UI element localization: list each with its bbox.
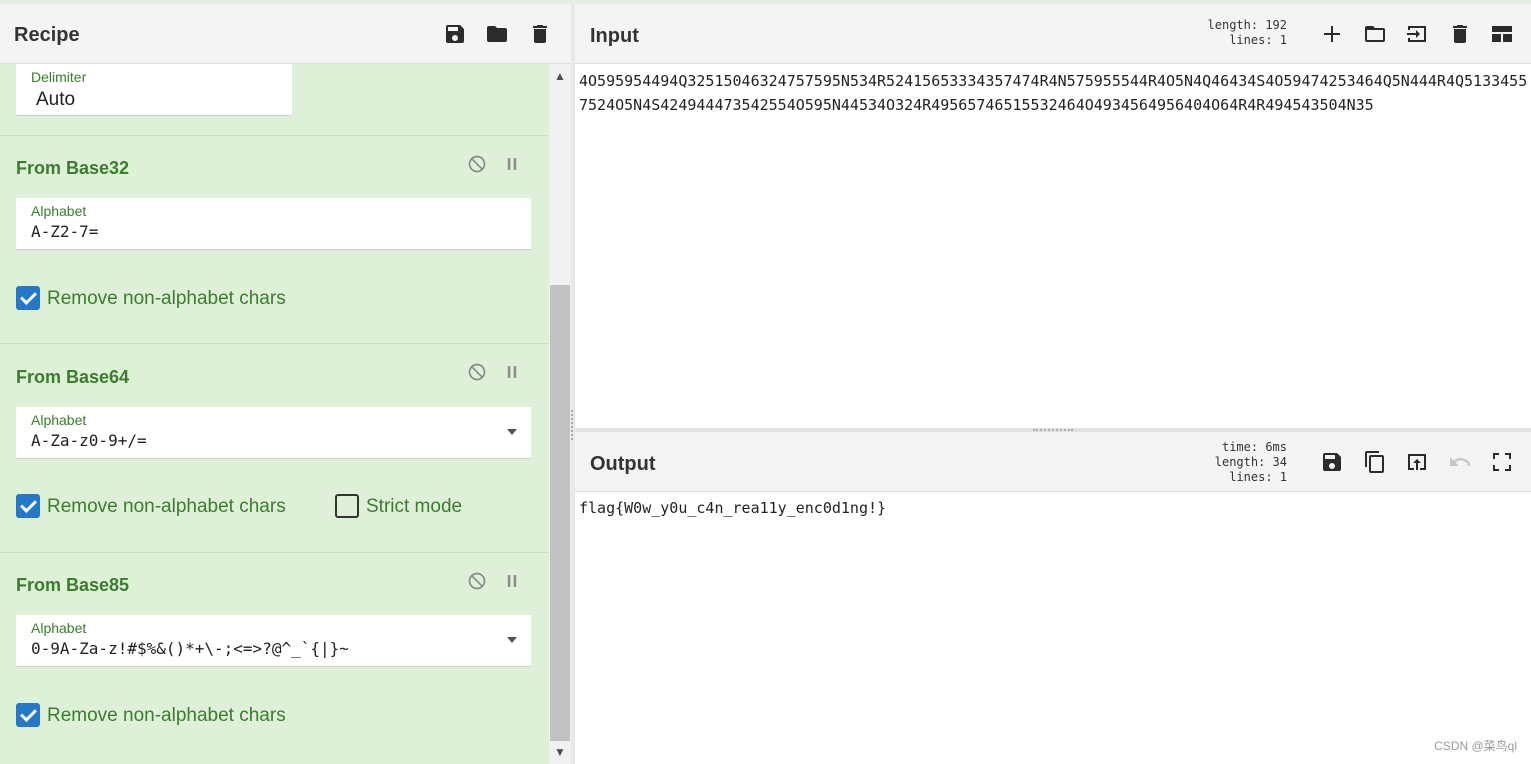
remove-non-alphabet-checkbox[interactable]: [16, 286, 40, 310]
alphabet-value: A-Z2-7=: [31, 222, 99, 241]
scroll-down-icon[interactable]: ▼: [554, 746, 566, 758]
output-header: Output time: 6ms length: 34 lines: 1: [575, 432, 1531, 492]
vertical-resize-grip[interactable]: [571, 410, 573, 440]
output-panel: Output time: 6ms length: 34 lines: 1 fla…: [575, 432, 1531, 764]
remove-non-alphabet-checkbox[interactable]: [16, 703, 40, 727]
operation-title: From Base64: [16, 367, 130, 387]
alphabet-label: Alphabet: [31, 412, 87, 428]
output-lines: lines: 1: [1229, 470, 1287, 484]
undo-icon: [1446, 448, 1474, 476]
watermark: CSDN @菜鸟ql: [1434, 739, 1517, 753]
trash-icon[interactable]: [526, 20, 554, 48]
operation-title: From Base32: [16, 158, 130, 178]
previous-operation-tail: Delimiter Auto: [0, 64, 549, 136]
folder-icon[interactable]: [483, 20, 511, 48]
horizontal-resize-grip[interactable]: [1033, 429, 1073, 431]
recipe-title: Recipe: [14, 24, 80, 46]
pause-icon[interactable]: [501, 153, 523, 175]
alphabet-label: Alphabet: [31, 620, 87, 636]
disable-icon[interactable]: [466, 361, 488, 383]
remove-non-alphabet-checkbox[interactable]: [16, 494, 40, 518]
disable-icon[interactable]: [466, 570, 488, 592]
output-time: time: 6ms: [1221, 440, 1287, 454]
recipe-operations-list: Delimiter Auto From Base32 Alphabet A-Z2…: [0, 64, 549, 764]
alphabet-select[interactable]: Alphabet A-Za-z0-9+/=: [16, 407, 531, 459]
delimiter-value: Auto: [36, 89, 76, 110]
alphabet-field[interactable]: Alphabet A-Z2-7=: [16, 198, 531, 250]
operation-from-base32: From Base32 Alphabet A-Z2-7= Remove non-…: [0, 135, 549, 343]
input-panel: Input length: 192 lines: 1 4O595954494Q3…: [575, 4, 1531, 428]
fullscreen-icon[interactable]: [1488, 448, 1516, 476]
output-title: Output: [590, 453, 656, 475]
pause-icon[interactable]: [501, 570, 523, 592]
output-text[interactable]: flag{W0w_y0u_c4n_rea11y_enc0d1ng!}: [579, 496, 1529, 520]
input-text[interactable]: 4O595954494Q32515046324757595N534R524156…: [579, 69, 1529, 117]
alphabet-select[interactable]: Alphabet 0-9A-Za-z!#$%&()*+\-;<=>?@^_`{|…: [16, 615, 531, 667]
remove-non-alphabet-label: Remove non-alphabet chars: [47, 496, 286, 517]
copy-icon[interactable]: [1361, 448, 1389, 476]
recipe-header: Recipe: [0, 4, 571, 64]
output-stats: time: 6ms length: 34 lines: 1: [1215, 440, 1287, 485]
disable-icon[interactable]: [466, 153, 488, 175]
strict-mode-label: Strict mode: [366, 496, 463, 517]
save-icon[interactable]: [1318, 448, 1346, 476]
delimiter-field[interactable]: Delimiter Auto: [16, 64, 292, 116]
chevron-down-icon[interactable]: [507, 429, 517, 435]
input-lines: lines: 1: [1229, 33, 1287, 47]
recipe-panel: Recipe Delimiter Auto From Base32 Alphab…: [0, 4, 571, 764]
delimiter-label: Delimiter: [31, 69, 87, 85]
output-length: length: 34: [1214, 455, 1287, 469]
folder-icon[interactable]: [1361, 20, 1389, 48]
plus-icon[interactable]: [1318, 20, 1346, 48]
strict-mode-checkbox[interactable]: [335, 494, 359, 518]
alphabet-value: A-Za-z0-9+/=: [31, 431, 147, 450]
import-icon[interactable]: [1403, 20, 1431, 48]
alphabet-value: 0-9A-Za-z!#$%&()*+\-;<=>?@^_`{|}~: [31, 639, 349, 658]
operation-from-base64: From Base64 Alphabet A-Za-z0-9+/= Remove…: [0, 343, 549, 552]
input-header: Input length: 192 lines: 1: [575, 4, 1531, 64]
scrollbar-thumb[interactable]: [550, 285, 570, 741]
save-icon[interactable]: [441, 20, 469, 48]
operation-title: From Base85: [16, 575, 130, 595]
input-length: length: 192: [1207, 18, 1287, 32]
alphabet-label: Alphabet: [31, 203, 87, 219]
remove-non-alphabet-label: Remove non-alphabet chars: [47, 288, 286, 309]
chevron-down-icon[interactable]: [507, 637, 517, 643]
recipe-scrollbar[interactable]: ▲ ▼: [549, 64, 571, 764]
input-title: Input: [590, 25, 639, 47]
layout-icon[interactable]: [1488, 20, 1516, 48]
replace-input-icon[interactable]: [1403, 448, 1431, 476]
remove-non-alphabet-label: Remove non-alphabet chars: [47, 705, 286, 726]
operation-from-base85: From Base85 Alphabet 0-9A-Za-z!#$%&()*+\…: [0, 552, 549, 764]
trash-icon[interactable]: [1446, 20, 1474, 48]
input-stats: length: 192 lines: 1: [1208, 18, 1287, 48]
pause-icon[interactable]: [501, 361, 523, 383]
scroll-up-icon[interactable]: ▲: [554, 70, 566, 82]
